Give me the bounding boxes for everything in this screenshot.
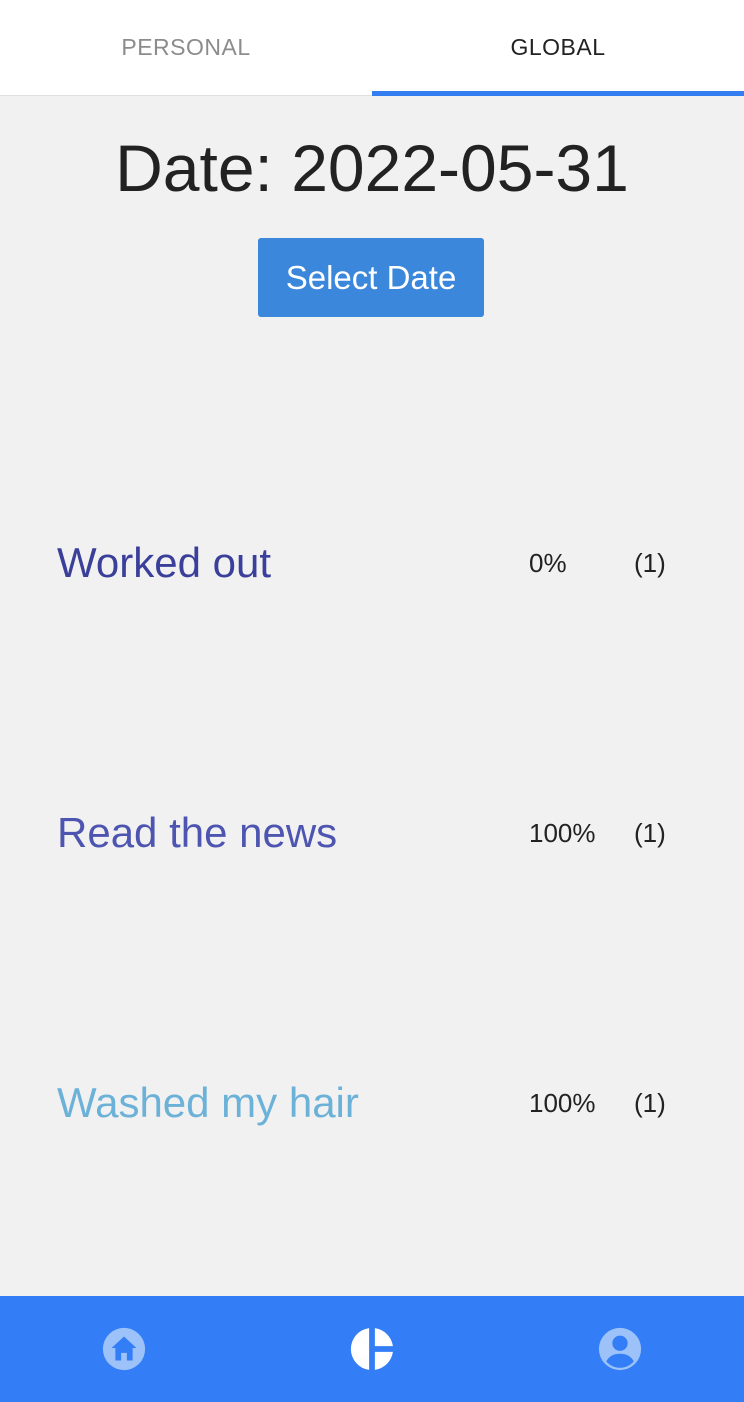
stat-count: (1) <box>634 817 666 848</box>
nav-profile[interactable] <box>496 1296 744 1402</box>
tab-personal[interactable]: PERSONAL <box>0 0 372 95</box>
nav-stats[interactable] <box>248 1296 496 1402</box>
bottom-nav <box>0 1296 744 1402</box>
stat-row: Read the news 100% (1) <box>0 803 744 863</box>
stat-percent: 0% <box>529 547 567 578</box>
app-root: PERSONAL GLOBAL Date: 2022-05-31 Select … <box>0 0 744 1402</box>
stat-label: Worked out <box>57 539 271 586</box>
account-icon <box>598 1327 642 1371</box>
stat-count: (1) <box>634 1087 666 1118</box>
home-icon <box>102 1327 146 1371</box>
stat-label: Washed my hair <box>57 1079 359 1126</box>
tab-global[interactable]: GLOBAL <box>372 0 744 96</box>
stat-count: (1) <box>634 547 666 578</box>
stat-row: Worked out 0% (1) <box>0 533 744 593</box>
pie-chart-icon <box>350 1328 393 1370</box>
nav-home[interactable] <box>0 1296 248 1402</box>
stat-row: Washed my hair 100% (1) <box>0 1073 744 1133</box>
select-date-button[interactable]: Select Date <box>258 238 484 317</box>
tab-bar: PERSONAL GLOBAL <box>0 0 744 96</box>
stat-label: Read the news <box>57 809 338 856</box>
date-title: Date: 2022-05-31 <box>115 131 629 205</box>
stat-percent: 100% <box>529 1087 596 1118</box>
stat-percent: 100% <box>529 817 596 848</box>
